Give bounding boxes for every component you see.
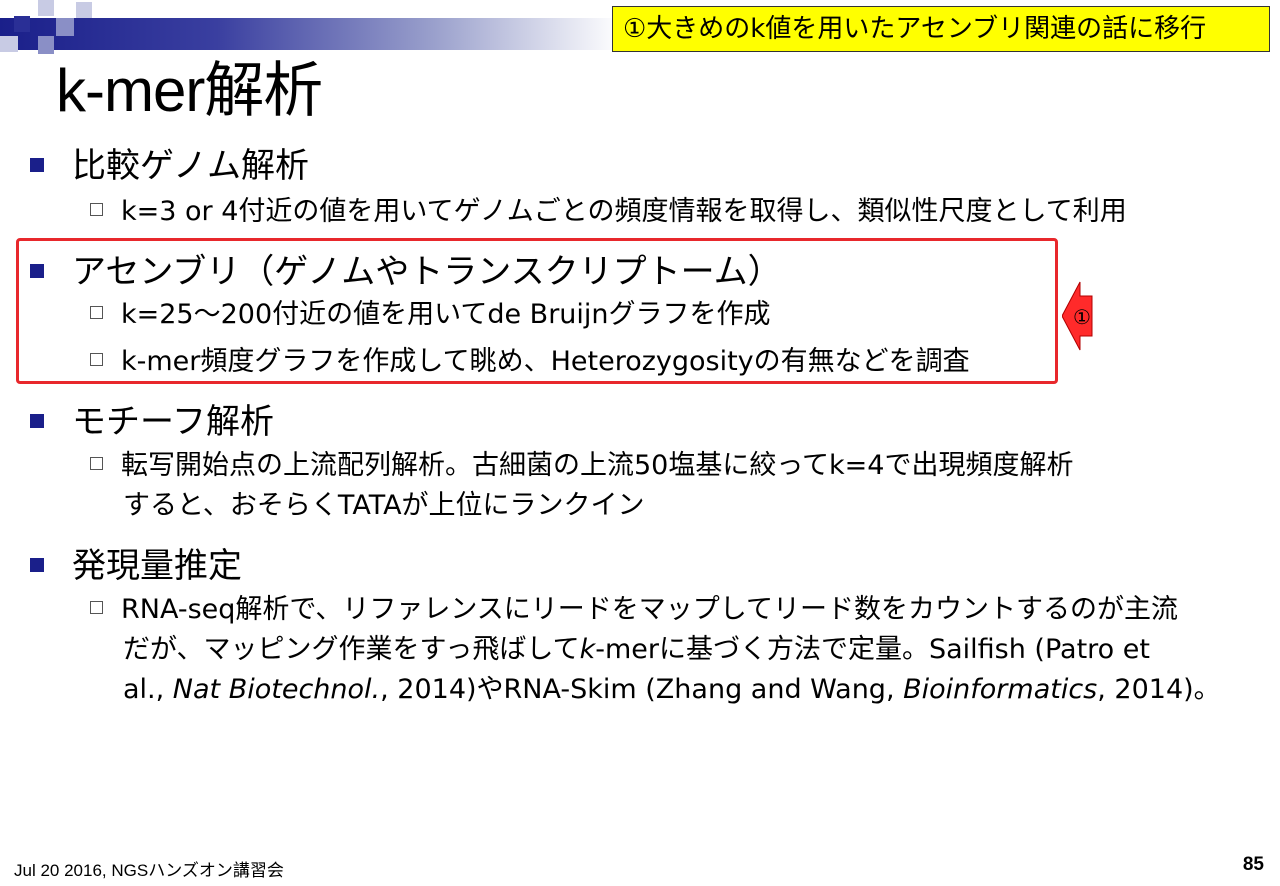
list-item: 転写開始点の上流配列解析。古細菌の上流50塩基に絞ってk=4で出現頻度解析 する… xyxy=(90,446,1073,526)
decor-square xyxy=(0,36,18,52)
list-item: RNA-seq解析で、リファレンスにリードをマップしてリード数をカウントするのが… xyxy=(90,590,1221,710)
list-item: k-mer頻度グラフを作成して眺め、Heterozygosityの有無などを調査 xyxy=(90,342,970,382)
section-heading: モチーフ解析 xyxy=(30,394,274,443)
section-heading: 比較ゲノム解析 xyxy=(30,138,309,187)
footer-text: Jul 20 2016, NGSハンズオン講習会 xyxy=(14,861,284,880)
slide-title: k-mer解析 xyxy=(56,57,323,124)
list-item: k=25〜200付近の値を用いてde Bruijnグラフを作成 xyxy=(90,295,771,335)
decor-square xyxy=(38,0,54,16)
decor-square xyxy=(14,16,30,32)
hollow-square-bullet-icon xyxy=(90,457,103,470)
arrow-label: ① xyxy=(1073,305,1091,329)
square-bullet-icon xyxy=(30,157,44,172)
square-bullet-icon xyxy=(30,263,44,278)
square-bullet-icon xyxy=(30,413,44,428)
left-arrow-icon: ① xyxy=(1061,278,1094,358)
decor-square xyxy=(38,36,54,54)
square-bullet-icon xyxy=(30,557,44,572)
header-band xyxy=(0,18,620,50)
hollow-square-bullet-icon xyxy=(90,306,103,319)
hollow-square-bullet-icon xyxy=(90,601,103,614)
decor-square xyxy=(56,18,74,36)
callout-note: ①大きめのk値を用いたアセンブリ関連の話に移行 xyxy=(612,6,1270,52)
section-heading: アセンブリ（ゲノムやトランスクリプトーム） xyxy=(30,244,782,293)
hollow-square-bullet-icon xyxy=(90,203,103,216)
hollow-square-bullet-icon xyxy=(90,353,103,366)
decor-square xyxy=(76,2,92,18)
list-item: k=3 or 4付近の値を用いてゲノムごとの頻度情報を取得し、類似性尺度として利… xyxy=(90,192,1127,232)
section-heading: 発現量推定 xyxy=(30,538,242,587)
page-number: 85 xyxy=(1242,854,1264,875)
